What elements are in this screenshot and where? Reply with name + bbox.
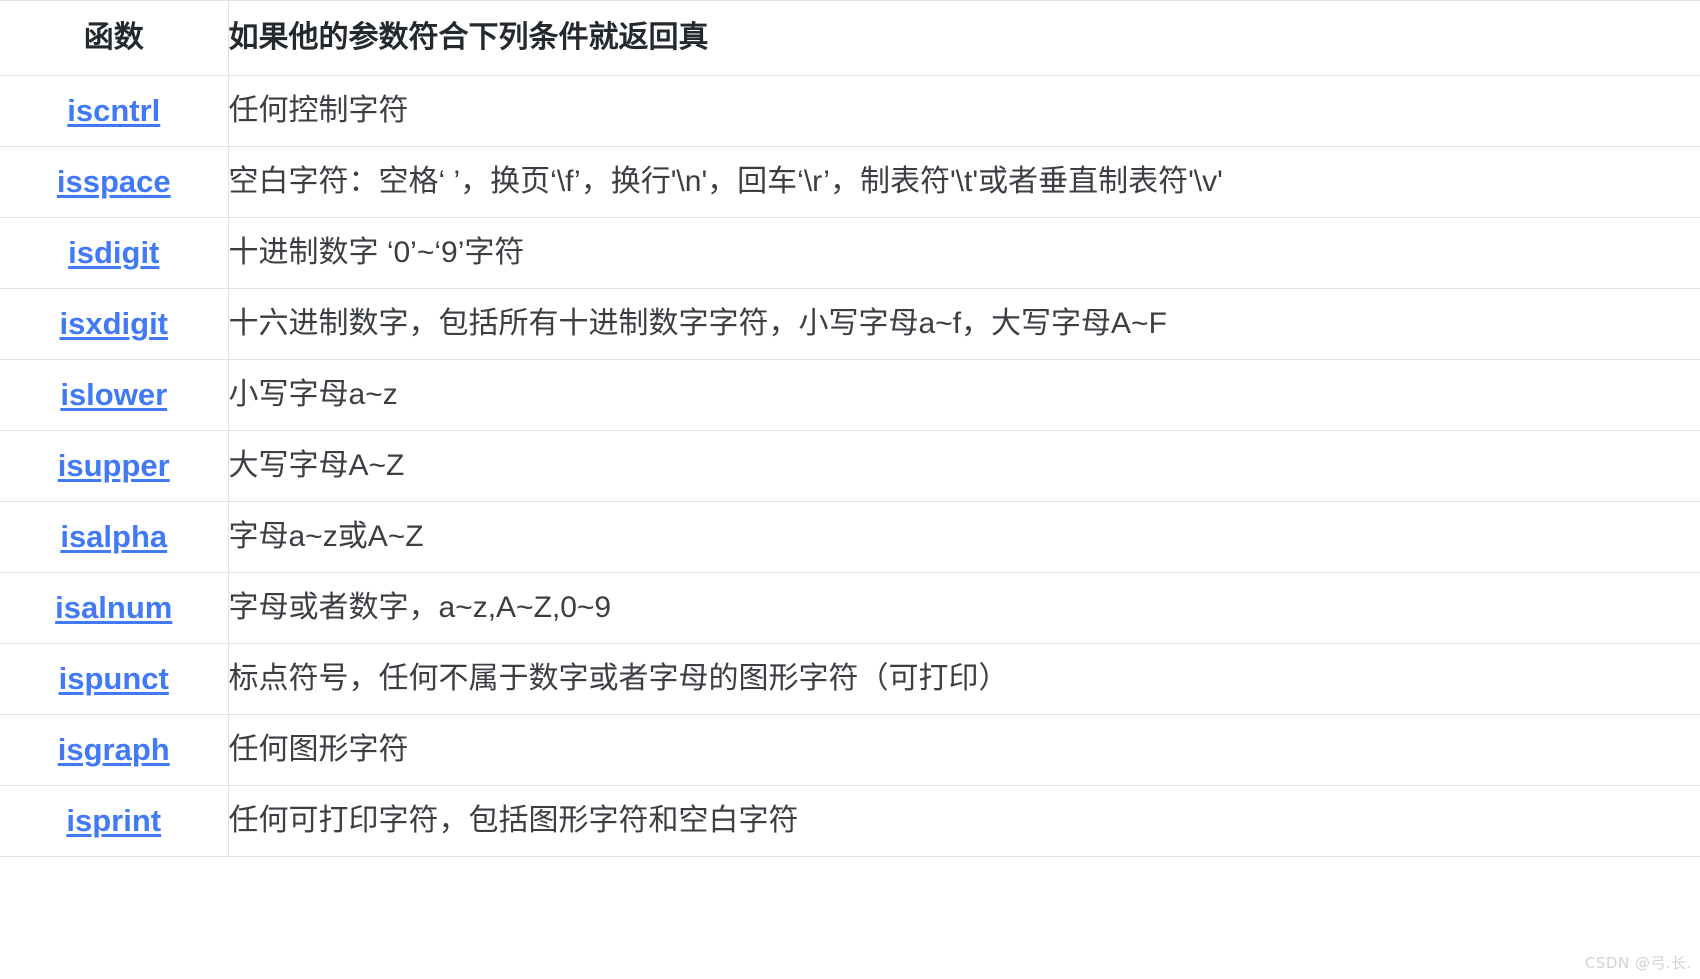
function-link-isspace[interactable]: isspace [57, 164, 171, 199]
cell-description: 任何控制字符 [228, 75, 1700, 147]
table-row: iscntrl 任何控制字符 [0, 75, 1700, 147]
cell-description: 小写字母a~z [228, 359, 1700, 431]
column-header-function: 函数 [0, 0, 229, 76]
table-row: isspace 空白字符：空格‘ ’，换页‘\f’，换行'\n'，回车‘\r’，… [0, 146, 1700, 218]
column-header-description: 如果他的参数符合下列条件就返回真 [228, 0, 1700, 76]
table-row: isalnum 字母或者数字，a~z,A~Z,0~9 [0, 572, 1700, 644]
cell-function-name: isalnum [0, 572, 229, 644]
cell-function-name: isgraph [0, 714, 229, 786]
cell-function-name: isxdigit [0, 288, 229, 360]
cell-description: 字母或者数字，a~z,A~Z,0~9 [228, 572, 1700, 644]
cell-description: 空白字符：空格‘ ’，换页‘\f’，换行'\n'，回车‘\r’，制表符'\t'或… [228, 146, 1700, 218]
table-row: isxdigit 十六进制数字，包括所有十进制数字字符，小写字母a~f，大写字母… [0, 288, 1700, 360]
function-link-ispunct[interactable]: ispunct [59, 661, 169, 696]
function-link-isalnum[interactable]: isalnum [55, 590, 172, 625]
csdn-watermark: CSDN @弓.长. [1584, 954, 1692, 972]
function-link-isgraph[interactable]: isgraph [58, 732, 170, 767]
table-row: ispunct 标点符号，任何不属于数字或者字母的图形字符（可打印） [0, 643, 1700, 715]
table-row: isdigit 十进制数字 ‘0’~‘9’字符 [0, 217, 1700, 289]
function-link-isprint[interactable]: isprint [66, 803, 161, 838]
cell-description: 任何可打印字符，包括图形字符和空白字符 [228, 785, 1700, 857]
cell-description: 字母a~z或A~Z [228, 501, 1700, 573]
cell-function-name: isspace [0, 146, 229, 218]
cell-description: 大写字母A~Z [228, 430, 1700, 502]
function-link-isdigit[interactable]: isdigit [68, 235, 159, 270]
cell-function-name: iscntrl [0, 75, 229, 147]
function-link-isalpha[interactable]: isalpha [60, 519, 167, 554]
function-link-isupper[interactable]: isupper [58, 448, 170, 483]
cell-function-name: islower [0, 359, 229, 431]
table-row: islower 小写字母a~z [0, 359, 1700, 431]
cell-description: 任何图形字符 [228, 714, 1700, 786]
function-link-iscntrl[interactable]: iscntrl [67, 93, 160, 128]
cell-function-name: isdigit [0, 217, 229, 289]
cell-function-name: ispunct [0, 643, 229, 715]
ctype-function-table: 函数 如果他的参数符合下列条件就返回真 iscntrl 任何控制字符 isspa… [0, 0, 1700, 857]
table-scroll-container[interactable]: 函数 如果他的参数符合下列条件就返回真 iscntrl 任何控制字符 isspa… [0, 0, 1700, 857]
page-root: 函数 如果他的参数符合下列条件就返回真 iscntrl 任何控制字符 isspa… [0, 0, 1700, 979]
cell-description: 十进制数字 ‘0’~‘9’字符 [228, 217, 1700, 289]
cell-function-name: isalpha [0, 501, 229, 573]
cell-description: 十六进制数字，包括所有十进制数字字符，小写字母a~f，大写字母A~F [228, 288, 1700, 360]
cell-function-name: isupper [0, 430, 229, 502]
function-link-islower[interactable]: islower [60, 377, 167, 412]
table-body: iscntrl 任何控制字符 isspace 空白字符：空格‘ ’，换页‘\f’… [0, 75, 1700, 857]
cell-function-name: isprint [0, 785, 229, 857]
table-row: isgraph 任何图形字符 [0, 714, 1700, 786]
cell-description: 标点符号，任何不属于数字或者字母的图形字符（可打印） [228, 643, 1700, 715]
table-row: isalpha 字母a~z或A~Z [0, 501, 1700, 573]
table-row: isupper 大写字母A~Z [0, 430, 1700, 502]
table-header: 函数 如果他的参数符合下列条件就返回真 [0, 0, 1700, 76]
table-header-row: 函数 如果他的参数符合下列条件就返回真 [0, 0, 1700, 76]
function-link-isxdigit[interactable]: isxdigit [59, 306, 168, 341]
table-row: isprint 任何可打印字符，包括图形字符和空白字符 [0, 785, 1700, 857]
